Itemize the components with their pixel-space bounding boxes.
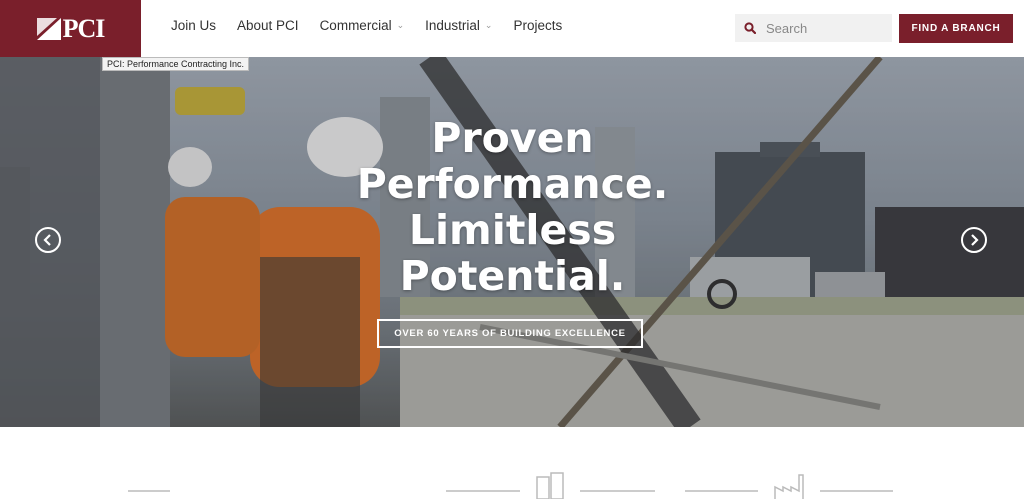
logo-text: PCI bbox=[62, 13, 106, 43]
nav-label: Join Us bbox=[171, 18, 217, 33]
nav-label: About PCI bbox=[237, 18, 299, 33]
nav-about-pci[interactable]: About PCI bbox=[237, 18, 299, 33]
find-a-branch-button[interactable]: FIND A BRANCH bbox=[899, 14, 1013, 43]
search-box bbox=[735, 14, 892, 42]
chevron-left-icon bbox=[43, 234, 51, 246]
site-header: PCI Join Us About PCI Commercial ⌄ Indus… bbox=[0, 0, 1024, 57]
hero-carousel: Proven Performance. Limitless Potential.… bbox=[0, 57, 1024, 427]
nav-label: Commercial bbox=[319, 18, 392, 33]
search-input[interactable] bbox=[764, 19, 888, 37]
nav-label: Projects bbox=[513, 18, 563, 33]
search-icon[interactable] bbox=[744, 22, 756, 34]
nav-industrial[interactable]: Industrial ⌄ bbox=[425, 18, 492, 33]
headline-line: Limitless bbox=[408, 206, 617, 254]
headline-line: Proven bbox=[431, 114, 594, 162]
logo-mark-icon bbox=[36, 17, 61, 40]
logo-inner: PCI bbox=[36, 13, 106, 44]
services-section-preview bbox=[0, 427, 1024, 500]
nav-label: Industrial bbox=[425, 18, 480, 33]
chevron-down-icon: ⌄ bbox=[396, 20, 405, 30]
headline-line: Potential. bbox=[399, 252, 626, 300]
hero-headline: Proven Performance. Limitless Potential. bbox=[340, 115, 685, 299]
nav-join-us[interactable]: Join Us bbox=[171, 18, 216, 33]
pci-logo[interactable]: PCI bbox=[0, 0, 141, 57]
chevron-down-icon: ⌄ bbox=[484, 20, 493, 30]
carousel-prev-button[interactable] bbox=[35, 227, 61, 253]
main-nav: Join Us About PCI Commercial ⌄ Industria… bbox=[171, 18, 583, 33]
headline-line: Performance. bbox=[356, 160, 669, 208]
logo-tooltip: PCI: Performance Contracting Inc. bbox=[102, 57, 250, 71]
services-icons-row bbox=[128, 472, 893, 500]
chevron-right-icon bbox=[971, 234, 979, 246]
nav-commercial[interactable]: Commercial ⌄ bbox=[320, 18, 405, 33]
nav-projects[interactable]: Projects bbox=[513, 18, 562, 33]
hero-tagline-button[interactable]: OVER 60 YEARS OF BUILDING EXCELLENCE bbox=[377, 319, 643, 348]
carousel-next-button[interactable] bbox=[961, 227, 987, 253]
